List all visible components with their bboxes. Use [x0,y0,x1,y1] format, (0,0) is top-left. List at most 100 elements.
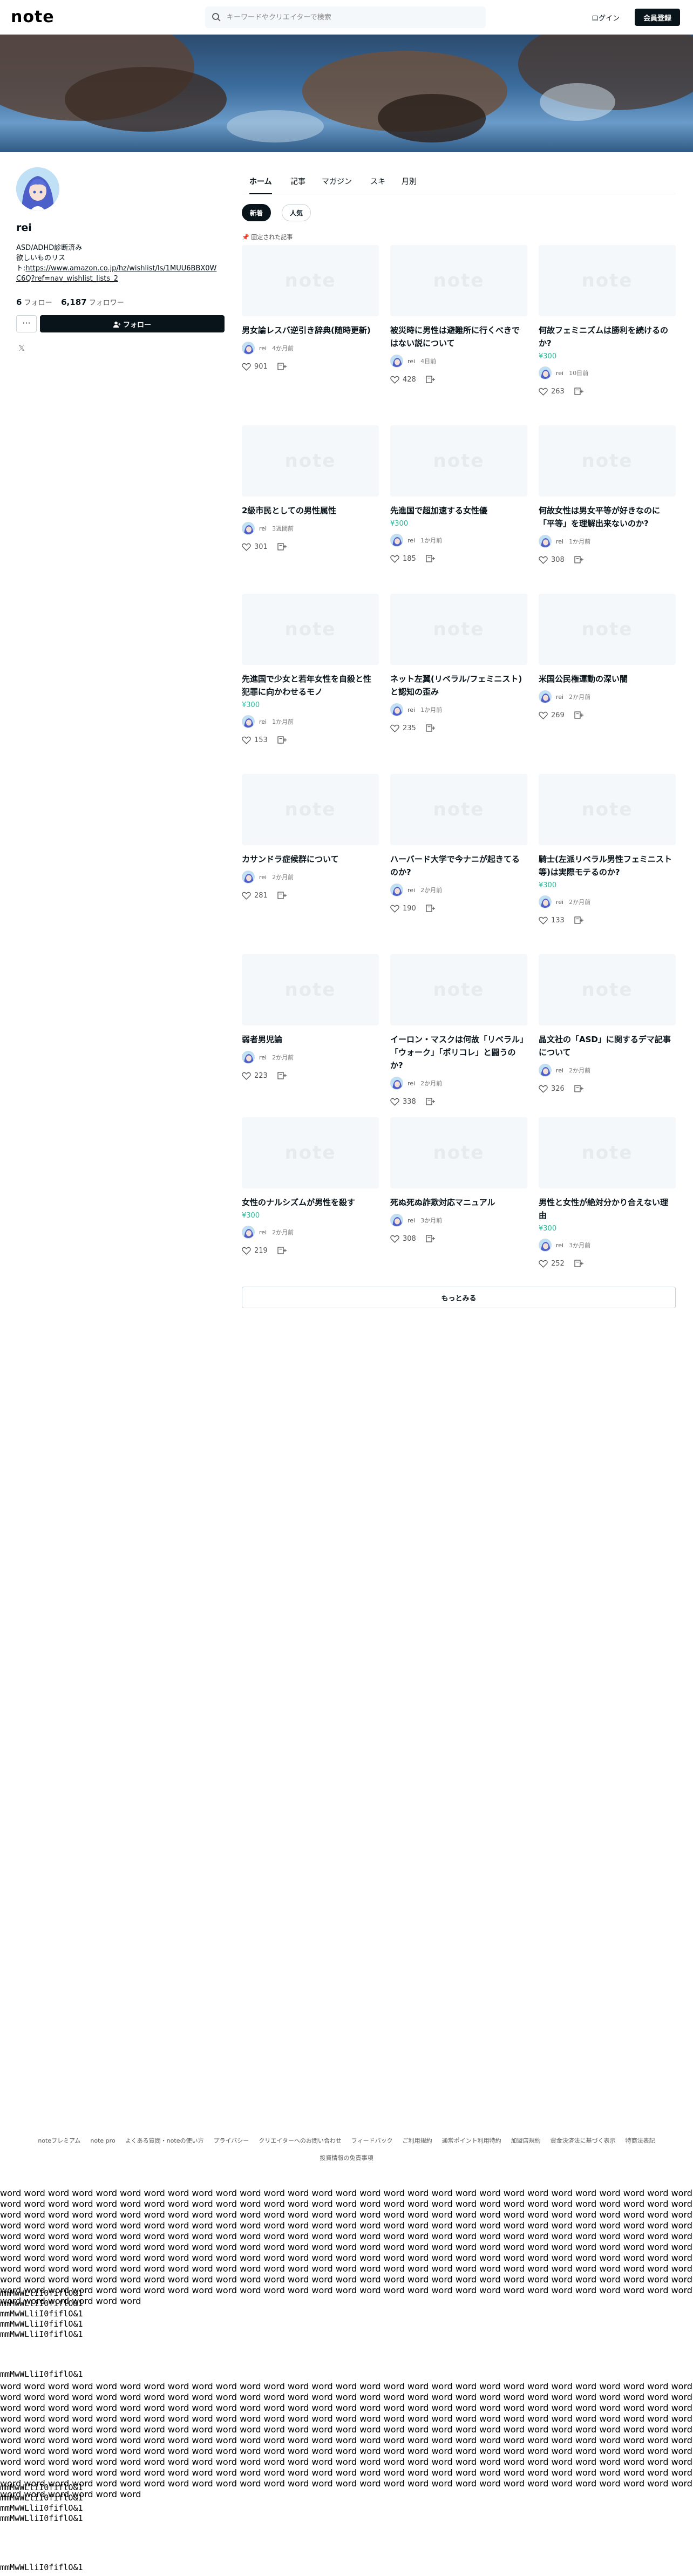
article-title[interactable]: 先進国で少女と若年女性を自殺と性犯罪に向かわせるモノ [242,672,379,698]
article-title[interactable]: ネット左翼(リベラル/フェミニスト)と認知の歪み [390,672,527,698]
footer-link[interactable]: note pro [90,2136,115,2146]
article-thumbnail[interactable]: note [539,774,676,845]
author-name[interactable]: rei [259,1229,267,1236]
article-card[interactable]: note 男女論レスバ逆引き辞典(随時更新) rei 4か月前 901 [242,245,379,372]
author-avatar[interactable] [539,690,552,703]
author-name[interactable]: rei [556,1067,563,1074]
heart-icon[interactable] [242,892,251,900]
filter-popular[interactable]: 人気 [282,204,311,221]
author-avatar[interactable] [390,703,403,716]
article-thumbnail[interactable]: note [539,594,676,665]
article-thumbnail[interactable]: note [242,245,379,316]
author-avatar[interactable] [242,1051,255,1064]
author-name[interactable]: rei [407,1080,415,1087]
article-card[interactable]: note 米国公民権運動の深い闇 rei 2か月前 269 [539,594,676,721]
article-card[interactable]: note 先進国で少女と若年女性を自殺と性犯罪に向かわせるモノ ¥300 rei 1か月… [242,594,379,746]
tab-likes[interactable]: スキ [370,172,385,194]
heart-icon[interactable] [539,388,548,396]
heart-icon[interactable] [539,1085,548,1093]
login-button[interactable]: ログイン [586,9,625,26]
article-card[interactable]: note 何故女性は男女平等が好きなのに「平等」を理解出来ないのか? rei 1か月前… [539,425,676,566]
footer-link[interactable]: クリエイターへのお問い合わせ [259,2136,342,2146]
footer-link[interactable]: noteプレミアム [38,2136,80,2146]
article-thumbnail[interactable]: note [390,954,527,1025]
author-name[interactable]: rei [259,1054,267,1061]
article-thumbnail[interactable]: note [242,594,379,665]
footer-link[interactable]: プライバシー [213,2136,249,2146]
magazine-add-icon[interactable] [277,542,287,551]
tab-home[interactable]: ホーム [249,172,272,194]
magazine-add-icon[interactable] [426,375,436,384]
article-title[interactable]: 男女論レスバ逆引き辞典(随時更新) [242,324,379,337]
author-name[interactable]: rei [556,1242,563,1249]
author-avatar[interactable] [539,535,552,548]
heart-icon[interactable] [390,376,399,384]
article-card[interactable]: note 2級市民としての男性属性 rei 3週間前 301 [242,425,379,553]
more-options-button[interactable]: ··· [16,315,37,332]
follow-label[interactable]: フォロー [24,299,52,307]
article-card[interactable]: note ネット左翼(リベラル/フェミニスト)と認知の歪み rei 1か月前 235 [390,594,527,734]
article-thumbnail[interactable]: note [390,1117,527,1188]
heart-icon[interactable] [390,1235,399,1243]
magazine-add-icon[interactable] [574,555,584,564]
heart-icon[interactable] [539,1260,548,1268]
article-thumbnail[interactable]: note [390,594,527,665]
author-avatar[interactable] [242,1226,255,1239]
article-card[interactable]: note ハーバード大学で今ナニが起きてるのか? rei 2か月前 190 [390,774,527,914]
footer-link[interactable]: 投資情報の免責事項 [320,2153,373,2163]
article-title[interactable]: 2級市民としての男性属性 [242,504,379,517]
heart-icon[interactable] [242,1247,251,1255]
footer-link[interactable]: フィードバック [351,2136,393,2146]
search-input[interactable] [227,6,480,28]
article-title[interactable]: 女性のナルシズムが男性を殺す [242,1196,379,1209]
note-logo[interactable]: note [11,6,55,28]
article-card[interactable]: note 女性のナルシズムが男性を殺す ¥300 rei 2か月前 219 [242,1117,379,1256]
load-more-button[interactable]: もっとみる [242,1287,676,1308]
article-thumbnail[interactable]: note [390,245,527,316]
footer-link[interactable]: 加盟店規約 [511,2136,541,2146]
heart-icon[interactable] [390,1098,399,1106]
author-name[interactable]: rei [556,694,563,701]
author-avatar[interactable] [390,1214,403,1227]
author-avatar[interactable] [390,883,403,896]
magazine-add-icon[interactable] [277,1071,287,1080]
article-card[interactable]: note 何故フェミニズムは勝利を続けるのか? ¥300 rei 10日前 263 [539,245,676,397]
article-card[interactable]: note 弱者男児論 rei 2か月前 223 [242,954,379,1082]
heart-icon[interactable] [390,724,399,732]
magazine-add-icon[interactable] [277,736,287,744]
magazine-add-icon[interactable] [426,724,436,732]
author-name[interactable]: rei [556,370,563,377]
article-title[interactable]: 被災時に男性は避難所に行くべきではない説について [390,324,527,350]
article-title[interactable]: 死ぬ死ぬ詐欺対応マニュアル [390,1196,527,1209]
heart-icon[interactable] [242,543,251,551]
article-title[interactable]: 米国公民権運動の深い闇 [539,672,676,685]
magazine-add-icon[interactable] [426,1097,436,1106]
heart-icon[interactable] [539,556,548,564]
tab-magazine[interactable]: マガジン [322,172,352,194]
magazine-add-icon[interactable] [277,362,287,371]
article-title[interactable]: 晶文社の「ASD」に関するデマ記事について [539,1033,676,1059]
article-title[interactable]: 男性と女性が絶対分かり合えない理由 [539,1196,676,1222]
article-card[interactable]: note 男性と女性が絶対分かり合えない理由 ¥300 rei 3か月前 252 [539,1117,676,1269]
article-title[interactable]: 何故フェミニズムは勝利を続けるのか? [539,324,676,350]
author-name[interactable]: rei [556,538,563,545]
footer-link[interactable]: よくある質問・noteの使い方 [125,2136,204,2146]
article-thumbnail[interactable]: note [539,245,676,316]
magazine-add-icon[interactable] [574,916,584,925]
heart-icon[interactable] [242,736,251,744]
heart-icon[interactable] [390,555,399,563]
article-card[interactable]: note 晶文社の「ASD」に関するデマ記事について rei 2か月前 326 [539,954,676,1095]
footer-link[interactable]: 特商法表記 [626,2136,655,2146]
heart-icon[interactable] [390,905,399,913]
author-name[interactable]: rei [259,874,267,881]
author-avatar[interactable] [539,1239,552,1252]
follower-count[interactable]: 6,187 [61,297,86,307]
author-name[interactable]: rei [259,345,267,352]
search-box[interactable] [205,6,486,28]
author-avatar[interactable] [539,895,552,908]
author-avatar[interactable] [539,1064,552,1077]
magazine-add-icon[interactable] [574,1084,584,1093]
tab-monthly[interactable]: 月別 [402,172,417,194]
author-name[interactable]: rei [556,899,563,906]
signup-button[interactable]: 会員登録 [635,9,680,26]
